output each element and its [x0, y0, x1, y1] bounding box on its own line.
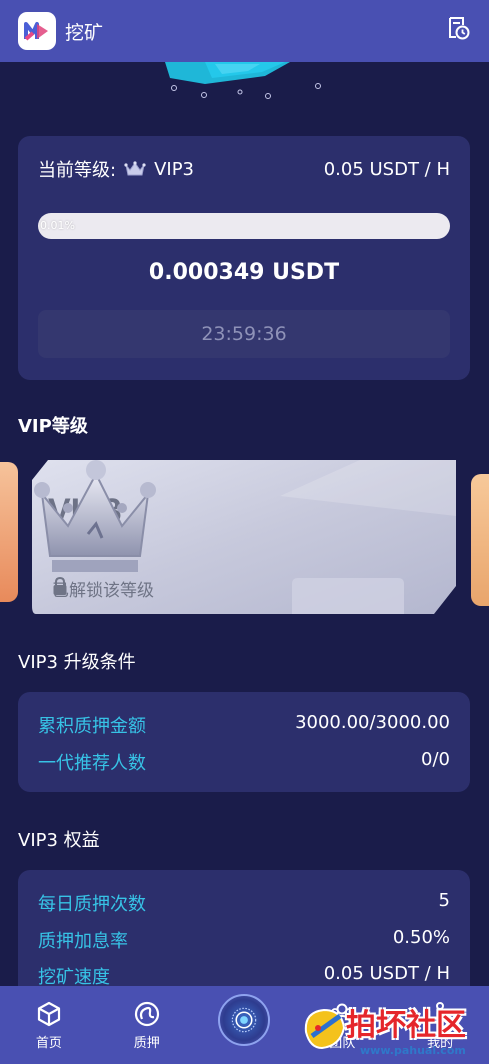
- vip-section-title: VIP等级: [18, 416, 88, 437]
- condition-value: 3000.00/3000.00: [295, 712, 450, 733]
- mining-card: 当前等级: VIP3 0.05 USDT / H 0.01% 0.000349 …: [18, 136, 470, 380]
- tab-mine[interactable]: 我的: [391, 986, 489, 1064]
- rights-title: VIP3 权益: [18, 830, 100, 851]
- mining-illustration: [0, 62, 489, 112]
- rights-label: 质押加息率: [38, 931, 128, 952]
- condition-value: 0/0: [421, 749, 450, 770]
- condition-label: 一代推荐人数: [38, 753, 146, 774]
- tab-label: 团队: [329, 1036, 356, 1051]
- coin-icon: [134, 1001, 159, 1027]
- conditions-card: 累积质押金额 3000.00/3000.00 一代推荐人数 0/0: [18, 692, 470, 792]
- progress-text: 0.01%: [40, 219, 75, 232]
- page-title: 挖矿: [65, 21, 104, 44]
- mining-progress-bar: 0.01%: [38, 213, 450, 239]
- level-label: 当前等级:: [38, 160, 117, 181]
- condition-row: 一代推荐人数 0/0: [38, 749, 450, 775]
- rights-value: 0.50%: [392, 927, 450, 948]
- tab-label: 我的: [427, 1036, 454, 1051]
- vip-card[interactable]: VIP3 已解锁该等级: [30, 456, 460, 616]
- level-value: VIP3: [154, 158, 195, 180]
- condition-label: 累积质押金额: [38, 716, 146, 737]
- rights-label: 每日质押次数: [38, 894, 146, 915]
- tab-mining[interactable]: [196, 986, 294, 1064]
- mined-amount: 0.000349 USDT: [148, 260, 340, 285]
- tab-home[interactable]: 首页: [0, 986, 98, 1064]
- tab-team[interactable]: 团队: [293, 986, 391, 1064]
- rights-value: 5: [438, 890, 450, 911]
- mining-center-icon: [218, 994, 271, 1046]
- countdown-button[interactable]: 23:59:36: [38, 310, 450, 358]
- history-clock-icon[interactable]: [445, 15, 471, 41]
- mining-level-row: 当前等级: VIP3 0.05 USDT / H: [38, 156, 450, 182]
- tab-stake[interactable]: 质押: [98, 986, 196, 1064]
- vip-carousel[interactable]: VIP3 已解锁该等级: [0, 452, 489, 620]
- app-header: 挖矿: [0, 0, 489, 62]
- unlock-status: 已解锁该等级: [52, 576, 154, 601]
- team-icon: [331, 1003, 354, 1025]
- crown-icon: [124, 161, 146, 176]
- app-logo-icon: [18, 12, 56, 50]
- cube-icon: [37, 1001, 60, 1027]
- user-icon: [436, 1002, 445, 1025]
- lock-icon: [53, 576, 67, 595]
- tab-label: 首页: [35, 1036, 62, 1051]
- mining-rate: 0.05 USDT / H: [323, 158, 450, 180]
- rights-row: 质押加息率 0.50%: [38, 927, 450, 953]
- rights-row: 每日质押次数 5: [38, 890, 450, 916]
- vip-card-next[interactable]: [471, 474, 489, 606]
- tab-label: 质押: [133, 1036, 160, 1051]
- conditions-title: VIP3 升级条件: [18, 652, 136, 673]
- condition-row: 累积质押金额 3000.00/3000.00: [38, 712, 450, 738]
- vip-crown-icon: [34, 460, 156, 572]
- countdown-text: 23:59:36: [201, 323, 287, 345]
- bottom-tabbar: 首页 质押 团队 我的: [0, 986, 489, 1064]
- vip-card-prev[interactable]: [0, 462, 18, 602]
